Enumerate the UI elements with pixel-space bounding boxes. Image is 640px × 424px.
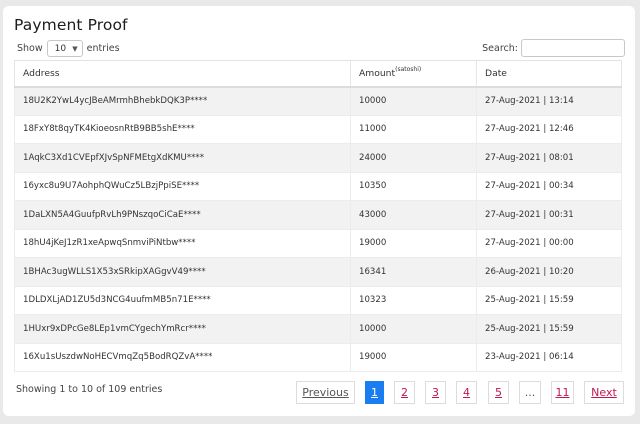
table-row: 1AqkC3Xd1CVEpfXJvSpNFMEtgXdKMU**** 24000 2… xyxy=(14,143,622,173)
cell-date: 26-Aug-2021 | 10:20 xyxy=(476,257,622,287)
cell-address: 1BHAc3ugWLLS1X53xSRkipXAGgvV49**** xyxy=(14,257,351,287)
cell-amount: 10323 xyxy=(350,286,477,315)
cell-amount: 19000 xyxy=(350,343,477,372)
table-row: 1DaLXN5A4GuufpRvLh9PNszqoCiCaE**** 43000 2… xyxy=(14,200,622,230)
page-title: Payment Proof xyxy=(14,16,128,34)
previous-page-button[interactable]: Previous xyxy=(296,381,355,404)
cell-amount: 24000 xyxy=(350,143,477,173)
cell-address: 16Xu1sUszdwNoHECVmqZq5BodRQZvA**** xyxy=(14,343,351,372)
column-header-date[interactable]: Date xyxy=(476,60,622,88)
table-row: 18U2K2YwL4ycJBeAMrmhBhebkDQK3P**** 10000 2… xyxy=(14,86,622,116)
cell-address: 1HUxr9xDPcGe8LEp1vmCYgechYmRcr**** xyxy=(14,314,351,344)
table-row: 16Xu1sUszdwNoHECVmqZq5BodRQZvA**** 19000 2… xyxy=(14,343,622,372)
cell-amount: 19000 xyxy=(350,229,477,258)
column-header-amount[interactable]: Amount(satoshi) xyxy=(350,60,477,88)
search-box: Search: xyxy=(482,39,625,57)
cell-amount: 10000 xyxy=(350,314,477,344)
cell-address: 1DLDXLjAD1ZU5d3NCG4uufmMB5n71E**** xyxy=(14,286,351,315)
page-button-11[interactable]: 11 xyxy=(551,381,574,404)
table-header-row: Address Amount(satoshi) Date xyxy=(14,60,622,88)
cell-date: 25-Aug-2021 | 15:59 xyxy=(476,286,622,315)
cell-address: 18U2K2YwL4ycJBeAMrmhBhebkDQK3P**** xyxy=(14,86,351,116)
next-page-button[interactable]: Next xyxy=(584,381,624,404)
table-row: 18FxY8t8qyTK4KioeosnRtB9BB5shE**** 11000 2… xyxy=(14,115,622,144)
cell-address: 1DaLXN5A4GuufpRvLh9PNszqoCiCaE**** xyxy=(14,200,351,230)
cell-date: 27-Aug-2021 | 00:31 xyxy=(476,200,622,230)
table-row: 1HUxr9xDPcGe8LEp1vmCYgechYmRcr**** 10000 2… xyxy=(14,314,622,344)
table-row: 1DLDXLjAD1ZU5d3NCG4uufmMB5n71E**** 10323 2… xyxy=(14,286,622,315)
payment-table-wrapper: Address Amount(satoshi) Date 18U2K2YwL4y… xyxy=(14,60,622,372)
cell-date: 25-Aug-2021 | 15:59 xyxy=(476,314,622,344)
cell-amount: 11000 xyxy=(350,115,477,144)
entries-select-value: 10 xyxy=(54,43,67,54)
page-button-3[interactable]: 3 xyxy=(425,381,446,404)
cell-address: 18hU4jKeJ1zR1xeApwqSnmviPiNtbw**** xyxy=(14,229,351,258)
length-suffix: entries xyxy=(86,43,120,54)
amount-unit: (satoshi) xyxy=(395,65,422,73)
page-button-2[interactable]: 2 xyxy=(394,381,415,404)
cell-date: 27-Aug-2021 | 13:14 xyxy=(476,86,622,116)
table-row: 1BHAc3ugWLLS1X53xSRkipXAGgvV49**** 16341 2… xyxy=(14,257,622,287)
column-header-address[interactable]: Address xyxy=(14,60,351,88)
search-input[interactable] xyxy=(521,39,625,57)
page-button-1[interactable]: 1 xyxy=(365,381,384,404)
cell-date: 23-Aug-2021 | 06:14 xyxy=(476,343,622,372)
search-label: Search: xyxy=(482,42,518,54)
cell-amount: 43000 xyxy=(350,200,477,230)
cell-address: 16yxc8u9U7AohphQWuCz5LBzjPpiSE**** xyxy=(14,172,351,201)
table-info: Showing 1 to 10 of 109 entries xyxy=(16,384,163,395)
page-button-5[interactable]: 5 xyxy=(488,381,509,404)
page-ellipsis: ... xyxy=(519,381,541,404)
chevron-down-icon: ▼ xyxy=(72,44,78,53)
payment-table: Address Amount(satoshi) Date 18U2K2YwL4y… xyxy=(14,60,622,372)
length-prefix: Show xyxy=(17,43,43,54)
cell-date: 27-Aug-2021 | 00:00 xyxy=(476,229,622,258)
cell-amount: 10350 xyxy=(350,172,477,201)
cell-date: 27-Aug-2021 | 08:01 xyxy=(476,143,622,173)
cell-address: 1AqkC3Xd1CVEpfXJvSpNFMEtgXdKMU**** xyxy=(14,143,351,173)
length-menu: Show 10 ▼ entries xyxy=(17,40,120,57)
table-row: 16yxc8u9U7AohphQWuCz5LBzjPpiSE**** 10350 2… xyxy=(14,172,622,201)
cell-amount: 10000 xyxy=(350,86,477,116)
page-button-4[interactable]: 4 xyxy=(456,381,477,404)
cell-date: 27-Aug-2021 | 12:46 xyxy=(476,115,622,144)
cell-amount: 16341 xyxy=(350,257,477,287)
entries-select[interactable]: 10 ▼ xyxy=(46,40,83,57)
cell-date: 27-Aug-2021 | 00:34 xyxy=(476,172,622,201)
table-row: 18hU4jKeJ1zR1xeApwqSnmviPiNtbw**** 19000 2… xyxy=(14,229,622,258)
cell-address: 18FxY8t8qyTK4KioeosnRtB9BB5shE**** xyxy=(14,115,351,144)
